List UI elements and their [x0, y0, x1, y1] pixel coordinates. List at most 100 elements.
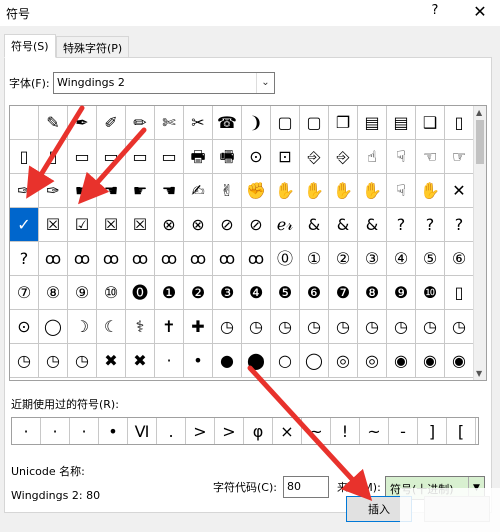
symbol-cell[interactable]: ⑤ — [416, 242, 445, 276]
symbol-cell[interactable]: ◯ — [300, 344, 329, 378]
symbol-cell[interactable]: ✚ — [184, 310, 213, 344]
symbol-cell[interactable]: ☚ — [155, 174, 184, 208]
symbol-cell[interactable]: ◎ — [358, 344, 387, 378]
symbol-cell[interactable]: 🖷 — [213, 140, 242, 174]
recent-symbol-cell[interactable]: · — [70, 418, 99, 444]
symbol-cell[interactable]: ☝ — [358, 140, 387, 174]
symbol-cell[interactable]: ▤ — [387, 106, 416, 140]
symbol-cell[interactable]: ⊡ — [271, 140, 300, 174]
symbol-cell[interactable]: ✐ — [97, 106, 126, 140]
symbol-cell[interactable]: ① — [300, 242, 329, 276]
symbol-cell[interactable]: • — [184, 344, 213, 378]
symbol-cell[interactable]: ⊙ — [10, 310, 39, 344]
symbol-cell[interactable]: ③ — [358, 242, 387, 276]
scroll-down-icon[interactable]: ▼ — [476, 369, 482, 378]
symbol-cell[interactable]: ❿ — [416, 276, 445, 310]
recent-symbol-cell[interactable]: . — [157, 418, 186, 444]
symbol-cell[interactable]: ꝏ — [39, 242, 68, 276]
symbol-cell[interactable]: ✏ — [126, 106, 155, 140]
symbol-cell[interactable]: ❶ — [155, 276, 184, 310]
symbol-cell[interactable]: ◷ — [271, 310, 300, 344]
scroll-up-icon[interactable]: ▲ — [476, 108, 482, 117]
symbol-cell[interactable]: ▭ — [155, 140, 184, 174]
symbol-cell[interactable]: ❹ — [242, 276, 271, 310]
symbol-cell[interactable]: ⊘ — [242, 208, 271, 242]
symbol-cell[interactable]: ✓ — [10, 208, 39, 242]
symbol-cell[interactable]: ⑧ — [39, 276, 68, 310]
tab-special-chars[interactable]: 特殊字符(P) — [56, 36, 130, 58]
symbol-cell[interactable]: ❾ — [387, 276, 416, 310]
recent-symbol-cell[interactable]: - — [389, 418, 418, 444]
symbol-cell[interactable]: ? — [445, 208, 474, 242]
symbol-cell[interactable]: ✊ — [242, 174, 271, 208]
symbol-cell[interactable]: ▤ — [358, 106, 387, 140]
symbol-cell[interactable]: ☚ — [97, 174, 126, 208]
symbol-cell[interactable]: ? — [387, 208, 416, 242]
symbol-cell[interactable]: ꝏ — [126, 242, 155, 276]
symbol-cell[interactable]: ✋ — [358, 174, 387, 208]
symbol-cell[interactable]: ꝏ — [97, 242, 126, 276]
symbol-cell[interactable]: ▯ — [445, 276, 474, 310]
symbol-cell[interactable]: ▢ — [300, 106, 329, 140]
symbol-cell[interactable]: ✂ — [184, 106, 213, 140]
symbol-cell[interactable]: ⊗ — [184, 208, 213, 242]
symbol-cell[interactable]: ④ — [387, 242, 416, 276]
symbol-cell[interactable]: ◷ — [329, 310, 358, 344]
symbol-cell[interactable]: ◷ — [387, 310, 416, 344]
char-code-input[interactable]: 80 — [283, 476, 329, 498]
symbol-cell[interactable]: ✎ — [39, 106, 68, 140]
symbol-cell[interactable]: ▯ — [39, 140, 68, 174]
symbol-cell[interactable]: ● — [213, 344, 242, 378]
recent-symbol-cell[interactable]: · — [12, 418, 41, 444]
symbol-cell[interactable]: ☟ — [387, 140, 416, 174]
symbol-cell[interactable]: ⎆ — [329, 140, 358, 174]
symbol-cell[interactable]: ✒ — [68, 106, 97, 140]
symbol-cell[interactable]: ꝏ — [242, 242, 271, 276]
symbol-cell[interactable]: ☒ — [97, 208, 126, 242]
symbol-cell[interactable]: ◷ — [416, 310, 445, 344]
symbol-cell[interactable]: & — [329, 208, 358, 242]
symbol-cell[interactable]: ▯ — [445, 106, 474, 140]
symbol-cell[interactable]: ⓿ — [126, 276, 155, 310]
symbol-cell[interactable]: ⑥ — [445, 242, 474, 276]
symbol-cell[interactable]: ◷ — [10, 344, 39, 378]
symbol-cell[interactable]: ② — [329, 242, 358, 276]
symbol-cell[interactable]: ◉ — [387, 344, 416, 378]
symbol-cell[interactable]: ✝ — [155, 310, 184, 344]
symbol-cell[interactable]: ❷ — [184, 276, 213, 310]
symbol-cell[interactable]: & — [358, 208, 387, 242]
symbol-cell[interactable]: ✕ — [445, 174, 474, 208]
help-button[interactable]: ? — [426, 3, 444, 21]
symbol-cell[interactable]: ✖ — [97, 344, 126, 378]
symbol-cell[interactable]: ꝏ — [213, 242, 242, 276]
symbol-cell[interactable]: ✑ — [39, 174, 68, 208]
symbol-cell[interactable]: ꝏ — [184, 242, 213, 276]
symbol-cell[interactable]: ⊘ — [213, 208, 242, 242]
symbol-cell[interactable]: ▭ — [68, 140, 97, 174]
symbol-cell[interactable]: ✋ — [300, 174, 329, 208]
symbol-cell[interactable]: ◉ — [416, 344, 445, 378]
symbol-cell[interactable]: ▢ — [271, 106, 300, 140]
symbol-cell[interactable]: ⚕ — [126, 310, 155, 344]
recent-symbol-cell[interactable]: > — [186, 418, 215, 444]
symbol-cell[interactable]: 🖶 — [184, 140, 213, 174]
symbol-cell[interactable]: ✑ — [10, 174, 39, 208]
symbol-cell[interactable]: ꝏ — [155, 242, 184, 276]
symbol-cell[interactable]: ☑ — [68, 208, 97, 242]
symbol-cell[interactable]: ◎ — [329, 344, 358, 378]
symbol-cell[interactable]: ☒ — [39, 208, 68, 242]
symbol-cell[interactable]: ⊙ — [242, 140, 271, 174]
symbol-cell[interactable]: ❽ — [358, 276, 387, 310]
symbol-cell[interactable]: ⑨ — [68, 276, 97, 310]
recent-symbol-cell[interactable]: φ — [244, 418, 273, 444]
symbol-cell[interactable]: ꝏ — [68, 242, 97, 276]
symbol-cell[interactable]: ◷ — [68, 344, 97, 378]
symbol-cell[interactable]: ✌ — [213, 174, 242, 208]
symbol-cell[interactable]: ▭ — [126, 140, 155, 174]
recent-symbol-cell[interactable]: > — [215, 418, 244, 444]
symbol-cell[interactable]: ? — [10, 242, 39, 276]
symbol-cell[interactable]: ? — [416, 208, 445, 242]
symbol-cell[interactable]: ☛ — [126, 174, 155, 208]
symbol-cell[interactable]: ◯ — [39, 310, 68, 344]
recent-symbol-cell[interactable]: × — [273, 418, 302, 444]
